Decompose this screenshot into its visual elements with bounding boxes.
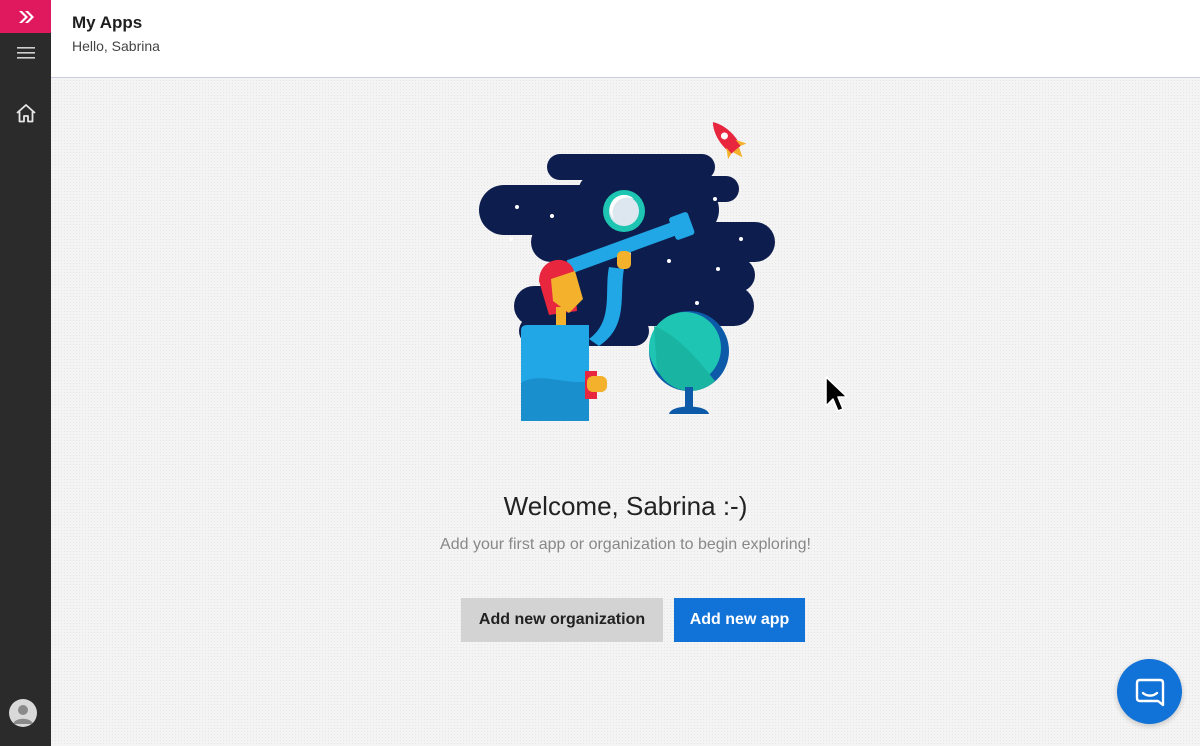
welcome-heading: Welcome, Sabrina :-)	[503, 491, 748, 521]
add-organization-button[interactable]: Add new organization	[461, 598, 663, 642]
main-content: Welcome, Sabrina :-) Add your first app …	[51, 79, 1200, 746]
hamburger-menu-icon[interactable]	[0, 36, 51, 70]
add-app-button[interactable]: Add new app	[674, 598, 805, 642]
sidebar	[0, 0, 51, 746]
user-greeting: Hello, Sabrina	[72, 38, 160, 54]
chat-bubble-icon[interactable]	[1117, 659, 1182, 724]
home-icon[interactable]	[0, 94, 51, 132]
page-title: My Apps	[72, 13, 143, 32]
welcome-subtitle: Add your first app or organization to be…	[440, 536, 811, 553]
mouse-pointer-icon	[825, 376, 848, 412]
page-header: My Apps Hello, Sabrina	[51, 0, 1200, 78]
user-avatar-icon[interactable]	[9, 699, 37, 727]
app-logo-icon[interactable]	[0, 0, 51, 33]
astronomer-illustration	[479, 122, 775, 421]
